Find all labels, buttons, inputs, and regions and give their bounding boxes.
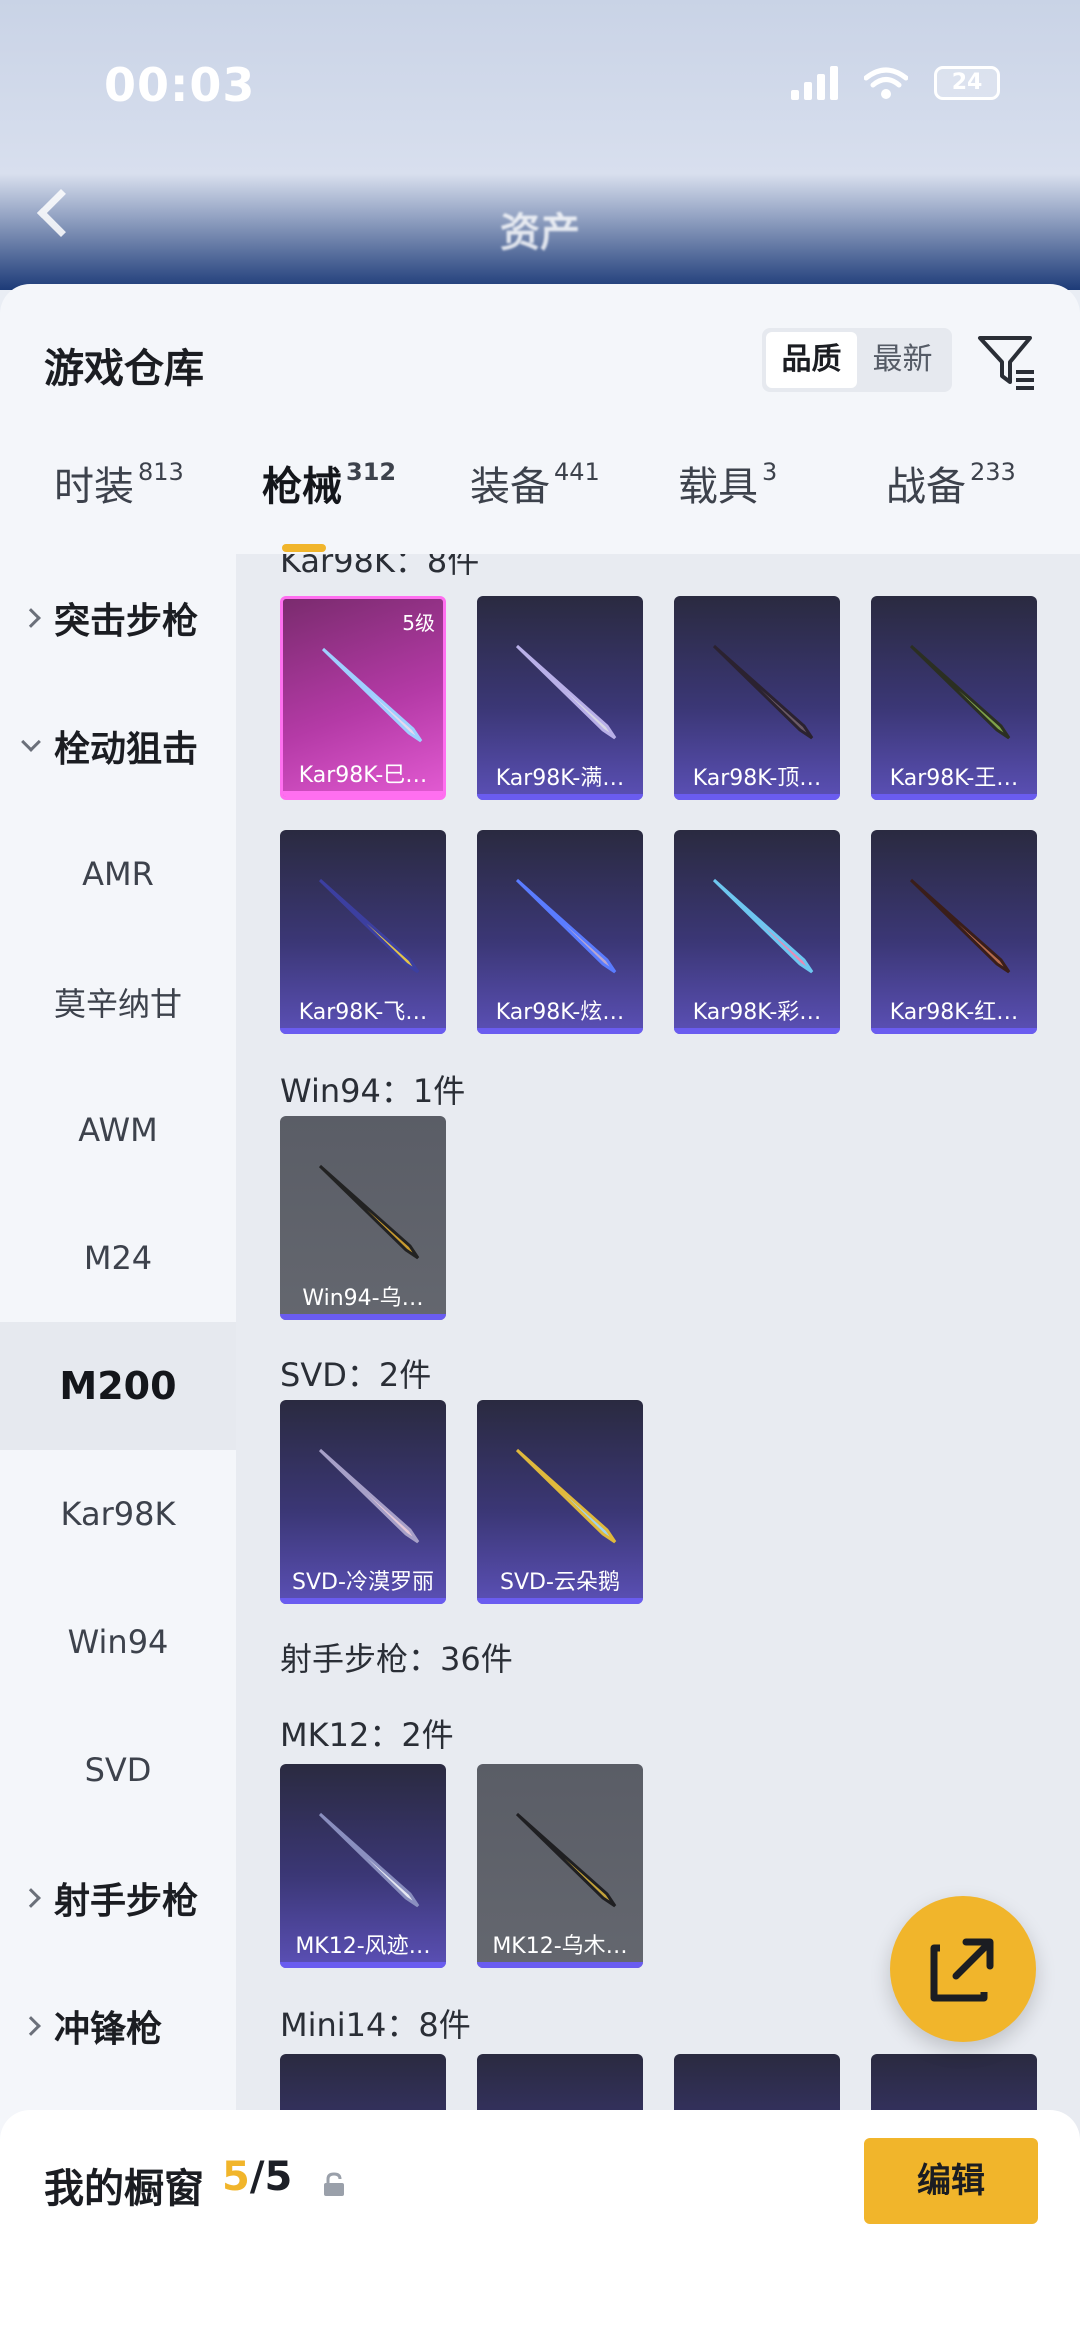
item-card[interactable]: Win94-乌… — [280, 1116, 446, 1320]
wifi-icon — [864, 67, 908, 99]
section-label-marksman: 射手步枪：36件 — [280, 1640, 513, 1678]
nav-marksman-rifle[interactable]: 射手步枪 — [0, 1834, 236, 1962]
nav-m24[interactable]: M24 — [0, 1194, 236, 1322]
tab-supplies[interactable]: 战备 233 — [886, 454, 1016, 512]
item-name: MK12-乌木… — [492, 1934, 628, 1959]
rifle-icon — [318, 1812, 420, 1908]
section-label-kar98k: Kar98K：8件 — [280, 554, 480, 580]
rifle-icon — [321, 647, 423, 743]
item-card[interactable]: Kar98K-飞… — [280, 830, 446, 1034]
item-name: Kar98K-满… — [495, 766, 625, 791]
showcase-count: 5/5 — [222, 2154, 293, 2200]
item-name: SVD-冷漠罗丽 — [292, 1570, 434, 1595]
item-name: Win94-乌… — [302, 1286, 424, 1311]
chevron-down-icon — [21, 732, 41, 752]
nav-m200[interactable]: M200 — [0, 1322, 236, 1450]
rifle-icon — [515, 644, 617, 740]
chevron-right-icon — [21, 608, 41, 628]
sort-option-newest[interactable]: 最新 — [857, 332, 948, 388]
item-card[interactable]: MK12-乌木… — [477, 1764, 643, 1968]
rifle-icon — [712, 878, 814, 974]
nav-svd[interactable]: SVD — [0, 1706, 236, 1834]
chevron-right-icon — [21, 2016, 41, 2036]
sort-toggle: 品质 最新 — [762, 328, 952, 392]
weapon-category-nav: 突击步枪 栓动狙击 AMR 莫辛纳甘 AWM M24 M200 Kar98K W… — [0, 554, 236, 2244]
item-card[interactable]: SVD-云朵鹅 — [477, 1400, 643, 1604]
tab-firearms[interactable]: 枪械 312 — [262, 454, 396, 512]
sort-option-quality[interactable]: 品质 — [766, 332, 857, 388]
item-card[interactable]: 5级 Kar98K-巳… — [280, 596, 446, 800]
rifle-icon — [909, 644, 1011, 740]
nav-kar98k[interactable]: Kar98K — [0, 1450, 236, 1578]
item-card[interactable]: Kar98K-炫… — [477, 830, 643, 1034]
item-card[interactable]: MK12-风迹… — [280, 1764, 446, 1968]
item-name: Kar98K-彩… — [692, 1000, 822, 1025]
category-tabs: 时装 813 枪械 312 装备 441 载具 3 战备 233 — [0, 454, 1080, 554]
signal-icon — [791, 66, 838, 100]
rifle-icon — [515, 1812, 617, 1908]
section-label-svd: SVD：2件 — [280, 1356, 432, 1394]
page-title: 游戏仓库 — [44, 346, 204, 392]
chevron-right-icon — [21, 1888, 41, 1908]
rifle-icon — [909, 878, 1011, 974]
level-badge: 5级 — [402, 611, 435, 635]
showcase-bar: 我的橱窗 5/5 编辑 — [0, 2110, 1080, 2348]
item-name: Kar98K-炫… — [495, 1000, 625, 1025]
nav-awm[interactable]: AWM — [0, 1066, 236, 1194]
tab-vehicles[interactable]: 载具 3 — [678, 454, 777, 512]
item-name: SVD-云朵鹅 — [500, 1570, 620, 1595]
nav-win94[interactable]: Win94 — [0, 1578, 236, 1706]
back-icon[interactable] — [36, 188, 86, 238]
nav-smg[interactable]: 冲锋枪 — [0, 1962, 236, 2090]
share-button[interactable] — [890, 1896, 1036, 2042]
section-label-mk12: MK12：2件 — [280, 1716, 454, 1754]
tab-equipment[interactable]: 装备 441 — [470, 454, 600, 512]
active-tab-indicator — [282, 544, 326, 552]
item-card[interactable]: Kar98K-满… — [477, 596, 643, 800]
item-name: Kar98K-巳… — [298, 763, 428, 788]
item-card[interactable]: Kar98K-彩… — [674, 830, 840, 1034]
rifle-icon — [515, 1448, 617, 1544]
background-header: 00:03 24 资产 — [0, 0, 1080, 290]
status-icons: 24 — [791, 66, 1000, 100]
showcase-title: 我的橱窗 — [44, 2166, 204, 2212]
rifle-icon — [515, 878, 617, 974]
item-name: Kar98K-红… — [889, 1000, 1019, 1025]
item-name: Kar98K-飞… — [298, 1000, 428, 1025]
tab-fashion[interactable]: 时装 813 — [54, 454, 184, 512]
filter-icon[interactable] — [976, 332, 1038, 394]
nav-mosin[interactable]: 莫辛纳甘 — [0, 938, 236, 1066]
item-card[interactable]: SVD-冷漠罗丽 — [280, 1400, 446, 1604]
item-name: Kar98K-王… — [889, 766, 1019, 791]
nav-bolt-sniper[interactable]: 栓动狙击 — [0, 682, 236, 810]
edit-button[interactable]: 编辑 — [864, 2138, 1038, 2224]
nav-amr[interactable]: AMR — [0, 810, 236, 938]
item-card[interactable]: Kar98K-顶… — [674, 596, 840, 800]
item-name: MK12-风迹… — [295, 1934, 431, 1959]
sheet-header: 游戏仓库 品质 最新 — [0, 284, 1080, 434]
item-name: Kar98K-顶… — [692, 766, 822, 791]
rifle-icon — [318, 878, 420, 974]
battery-icon: 24 — [934, 66, 1000, 100]
status-time: 00:03 — [104, 58, 256, 112]
item-card[interactable]: Kar98K-红… — [871, 830, 1037, 1034]
lock-icon — [324, 2172, 344, 2196]
external-link-icon — [930, 1938, 994, 2002]
rifle-icon — [318, 1164, 420, 1260]
nav-assault-rifle[interactable]: 突击步枪 — [0, 554, 236, 682]
section-label-win94: Win94：1件 — [280, 1072, 466, 1110]
rifle-icon — [318, 1448, 420, 1544]
section-label-mini14: Mini14：8件 — [280, 2006, 471, 2044]
item-card[interactable]: Kar98K-王… — [871, 596, 1037, 800]
background-title: 资产 — [500, 210, 580, 256]
rifle-icon — [712, 644, 814, 740]
